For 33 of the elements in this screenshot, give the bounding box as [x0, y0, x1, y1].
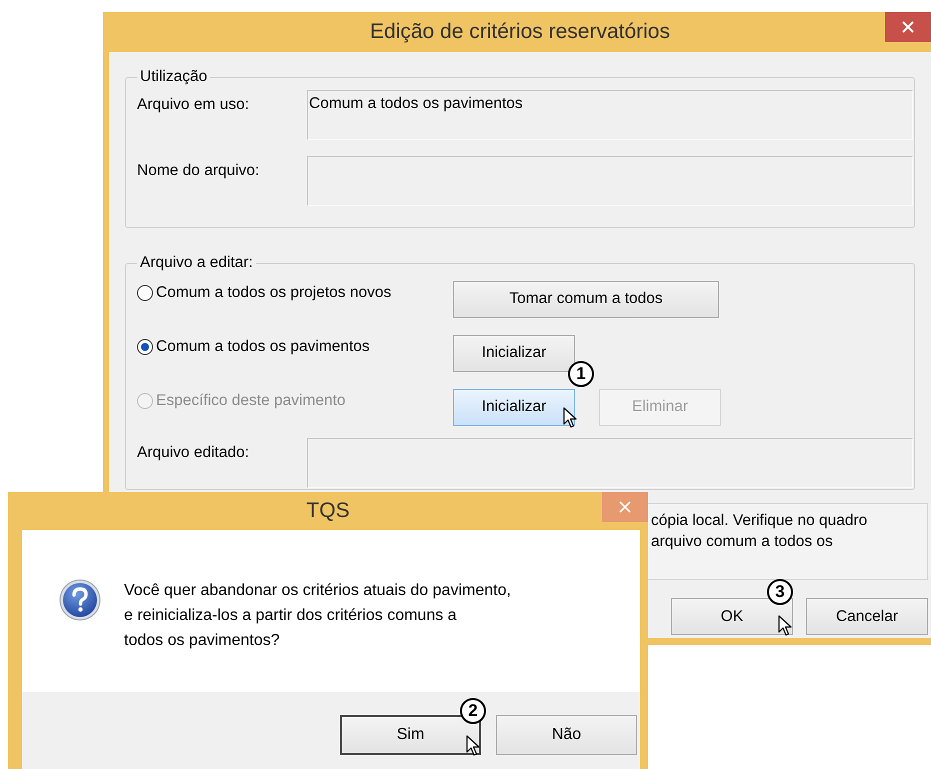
- group-legend: Arquivo a editar:: [137, 254, 256, 272]
- dialog-button[interactable]: Não: [496, 715, 637, 755]
- text-field[interactable]: [307, 156, 913, 206]
- close-icon: [902, 21, 914, 33]
- dialog-button[interactable]: OK: [671, 598, 793, 635]
- message-text: e reinicializa-los a partir dos critérios comuns a: [124, 606, 458, 626]
- close-icon: [619, 501, 631, 513]
- field-label: Arquivo editado:: [137, 443, 250, 462]
- action-button[interactable]: Inicializar: [453, 334, 575, 372]
- group-legend: Utilização: [137, 68, 210, 86]
- info-text: cópia local. Verifique no quadro: [651, 511, 868, 531]
- question-icon: [59, 579, 101, 621]
- field-label: Arquivo em uso:: [137, 95, 250, 114]
- dialog-button[interactable]: Sim: [340, 715, 481, 755]
- radio-button[interactable]: [137, 285, 153, 301]
- info-text: arquivo comum a todos os: [651, 532, 834, 552]
- close-button[interactable]: [885, 12, 931, 42]
- dialog-button[interactable]: Cancelar: [806, 598, 928, 635]
- mouse-pointer-icon: [563, 407, 577, 429]
- field-label: Nome do arquivo:: [137, 161, 260, 180]
- text-field[interactable]: [307, 438, 913, 488]
- window-title: Edição de critérios reservatórios: [370, 20, 670, 44]
- window-title: TQS: [306, 499, 350, 523]
- radio-button[interactable]: [137, 339, 153, 355]
- text-field[interactable]: Comum a todos os pavimentos: [307, 90, 913, 140]
- action-button[interactable]: Tomar comum a todos: [453, 280, 719, 318]
- message-text: todos os pavimentos?: [124, 631, 281, 651]
- mouse-pointer-icon: [778, 615, 792, 637]
- radio-option[interactable]: Comum a todos os pavimentos: [137, 338, 453, 356]
- message-text: Você quer abandonar os critérios atuais do pavimento,: [124, 581, 511, 601]
- radio-option[interactable]: Comum a todos os projetos novos: [137, 284, 453, 302]
- mouse-pointer-icon: [466, 735, 480, 757]
- close-button[interactable]: [602, 492, 648, 522]
